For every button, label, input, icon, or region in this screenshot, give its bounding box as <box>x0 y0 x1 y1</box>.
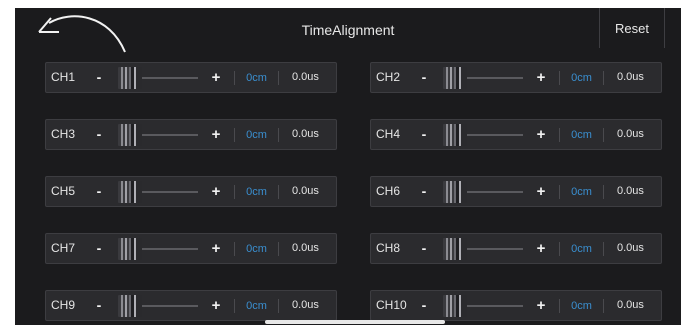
delay-slider[interactable] <box>443 238 523 260</box>
increase-button[interactable]: + <box>207 120 225 149</box>
delay-slider[interactable] <box>118 238 198 260</box>
time-value: 0.0us <box>617 299 644 311</box>
decrease-button[interactable]: - <box>90 177 108 206</box>
decrease-button[interactable]: - <box>90 291 108 320</box>
time-value: 0.0us <box>617 71 644 83</box>
distance-value: 0cm <box>559 242 604 256</box>
slider-thumb[interactable] <box>118 238 142 260</box>
slider-thumb[interactable] <box>443 181 467 203</box>
channel-label: CH1 <box>51 70 76 84</box>
decrease-button[interactable]: - <box>90 120 108 149</box>
decrease-button[interactable]: - <box>415 291 433 320</box>
increase-button[interactable]: + <box>207 177 225 206</box>
channel-row: CH6- +0cm 0.0us <box>370 176 662 207</box>
decrease-button[interactable]: - <box>415 234 433 263</box>
channel-row: CH3- +0cm 0.0us <box>45 119 337 150</box>
channel-row: CH4- +0cm 0.0us <box>370 119 662 150</box>
distance-value: 0cm <box>559 128 604 142</box>
distance-value: 0cm <box>234 242 279 256</box>
channel-label: CH6 <box>376 184 401 198</box>
time-value: 0.0us <box>617 185 644 197</box>
decrease-button[interactable]: - <box>415 63 433 92</box>
channel-label: CH2 <box>376 70 401 84</box>
increase-button[interactable]: + <box>532 63 550 92</box>
delay-slider[interactable] <box>118 181 198 203</box>
channel-label: CH3 <box>51 127 76 141</box>
slider-thumb[interactable] <box>118 295 142 317</box>
channel-label: CH8 <box>376 241 401 255</box>
delay-slider[interactable] <box>443 181 523 203</box>
decrease-button[interactable]: - <box>415 177 433 206</box>
channel-label: CH9 <box>51 298 76 312</box>
slider-thumb[interactable] <box>443 67 467 89</box>
time-value: 0.0us <box>292 71 319 83</box>
reset-button[interactable]: Reset <box>599 8 665 48</box>
page-title: TimeAlignment <box>301 22 395 38</box>
slider-thumb[interactable] <box>118 181 142 203</box>
channel-label: CH5 <box>51 184 76 198</box>
slider-thumb[interactable] <box>118 124 142 146</box>
decrease-button[interactable]: - <box>90 63 108 92</box>
increase-button[interactable]: + <box>532 291 550 320</box>
decrease-button[interactable]: - <box>415 120 433 149</box>
time-value: 0.0us <box>617 242 644 254</box>
increase-button[interactable]: + <box>532 234 550 263</box>
home-indicator[interactable] <box>265 320 445 324</box>
time-value: 0.0us <box>292 128 319 140</box>
delay-slider[interactable] <box>443 124 523 146</box>
distance-value: 0cm <box>234 128 279 142</box>
slider-thumb[interactable] <box>118 67 142 89</box>
distance-value: 0cm <box>559 185 604 199</box>
delay-slider[interactable] <box>118 67 198 89</box>
channel-row: CH7- +0cm 0.0us <box>45 233 337 264</box>
channel-label: CH7 <box>51 241 76 255</box>
slider-thumb[interactable] <box>443 124 467 146</box>
channel-row: CH8- +0cm 0.0us <box>370 233 662 264</box>
time-value: 0.0us <box>292 299 319 311</box>
slider-thumb[interactable] <box>443 295 467 317</box>
distance-value: 0cm <box>559 299 604 313</box>
channel-row: CH2- +0cm 0.0us <box>370 62 662 93</box>
distance-value: 0cm <box>234 299 279 313</box>
increase-button[interactable]: + <box>207 63 225 92</box>
increase-button[interactable]: + <box>207 291 225 320</box>
time-alignment-screen: TimeAlignment Reset CH1- +0cm 0.0us CH2- +0c… <box>15 8 681 325</box>
channel-row: CH10- +0cm 0.0us <box>370 290 662 321</box>
channel-label: CH4 <box>376 127 401 141</box>
channel-row: CH1- +0cm 0.0us <box>45 62 337 93</box>
increase-button[interactable]: + <box>207 234 225 263</box>
increase-button[interactable]: + <box>532 120 550 149</box>
channel-label: CH10 <box>376 298 407 312</box>
increase-button[interactable]: + <box>532 177 550 206</box>
decrease-button[interactable]: - <box>90 234 108 263</box>
time-value: 0.0us <box>292 185 319 197</box>
channel-row: CH9- +0cm 0.0us <box>45 290 337 321</box>
distance-value: 0cm <box>234 71 279 85</box>
time-value: 0.0us <box>617 128 644 140</box>
time-value: 0.0us <box>292 242 319 254</box>
delay-slider[interactable] <box>118 295 198 317</box>
channel-row: CH5- +0cm 0.0us <box>45 176 337 207</box>
distance-value: 0cm <box>559 71 604 85</box>
delay-slider[interactable] <box>443 67 523 89</box>
header-bar: TimeAlignment Reset <box>15 8 681 54</box>
distance-value: 0cm <box>234 185 279 199</box>
slider-thumb[interactable] <box>443 238 467 260</box>
delay-slider[interactable] <box>443 295 523 317</box>
delay-slider[interactable] <box>118 124 198 146</box>
